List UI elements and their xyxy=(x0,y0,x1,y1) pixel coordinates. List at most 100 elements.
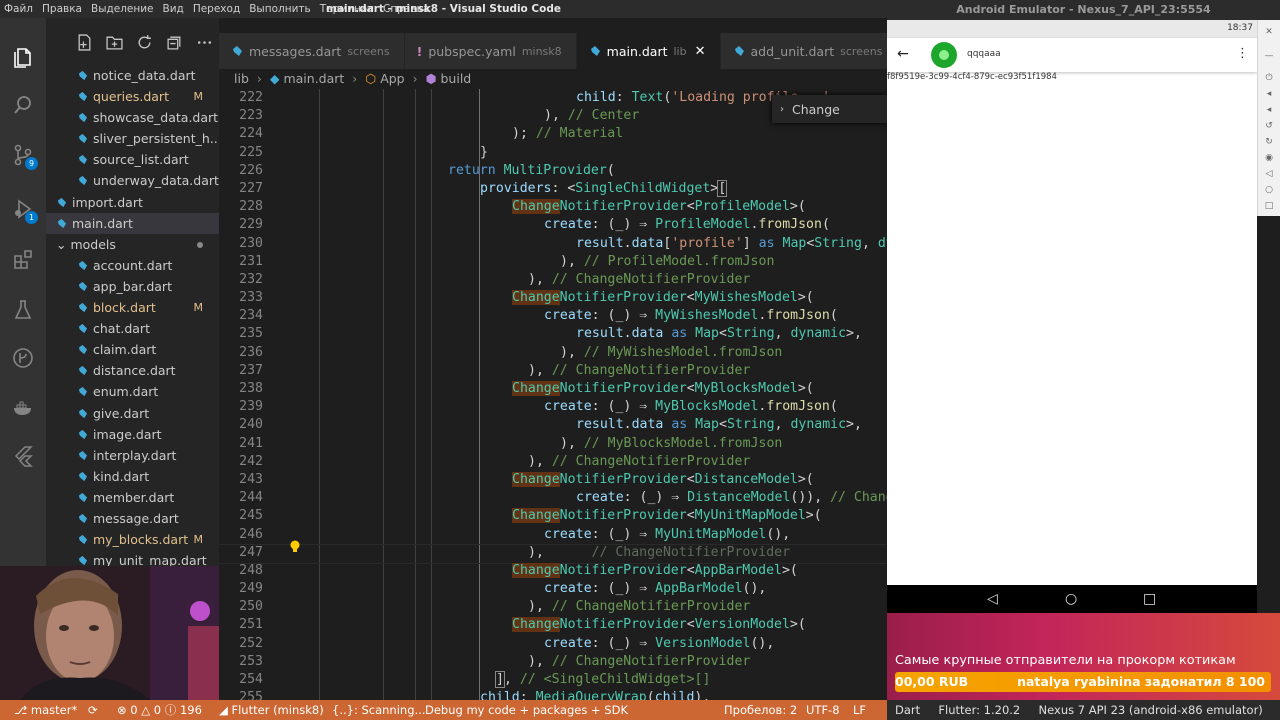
find-widget[interactable]: › Change xyxy=(772,95,887,123)
find-input[interactable]: Change xyxy=(792,102,840,117)
code-line[interactable]: ChangeNotifierProvider<AppBarModel>( xyxy=(280,562,887,580)
extensions-activity[interactable] xyxy=(0,240,46,280)
file-item[interactable]: app_bar.dart xyxy=(46,276,219,297)
file-item[interactable]: kind.dart xyxy=(46,466,219,487)
code-line[interactable]: ), // MyBlocksModel.fromJson xyxy=(280,435,887,453)
volume-up-icon[interactable]: ◂ xyxy=(1263,88,1275,100)
code-line[interactable]: ), // ChangeNotifierProvider xyxy=(280,453,887,471)
volume-down-icon[interactable]: ◂ xyxy=(1263,104,1275,116)
code-line[interactable]: ], // <SingleChildWidget>[] xyxy=(280,671,887,689)
back-arrow-icon[interactable]: ← xyxy=(897,46,909,62)
overview-icon[interactable]: □ xyxy=(1263,200,1275,212)
file-item[interactable]: underway_data.dart xyxy=(46,170,219,191)
rotate-left-icon[interactable]: ↺ xyxy=(1263,120,1275,132)
menu-go[interactable]: Переход xyxy=(193,3,240,15)
code-line[interactable]: create: (_) ⇒ MyUnitMapModel(), xyxy=(280,526,887,544)
code-line[interactable]: result.data as Map<String, dynamic>, xyxy=(280,325,887,343)
refresh-icon[interactable] xyxy=(136,34,153,51)
sync-icon[interactable]: ⟳ xyxy=(88,700,98,720)
encoding[interactable]: UTF-8 xyxy=(806,700,840,720)
camera-icon[interactable]: ◉ xyxy=(1263,152,1275,164)
menu-selection[interactable]: Выделение xyxy=(91,3,154,15)
breadcrumb-method[interactable]: build xyxy=(440,71,471,86)
code-line[interactable]: ); // Material xyxy=(280,125,887,143)
more-vert-icon[interactable]: ⋮ xyxy=(1236,46,1249,61)
code-line[interactable]: providers: <SingleChildWidget>[ xyxy=(280,179,887,198)
debug-mode[interactable]: Debug my code + packages + SDK xyxy=(425,700,628,720)
code-line[interactable]: ), // ProfileModel.fromJson xyxy=(280,253,887,271)
file-item[interactable]: give.dart xyxy=(46,403,219,424)
code-line[interactable]: create: (_) ⇒ DistanceModel()), // Chang… xyxy=(280,489,887,507)
code-line[interactable]: result.data['profile'] as Map<String, dy… xyxy=(280,235,887,253)
file-item[interactable]: notice_data.dart xyxy=(46,65,219,86)
device-selector[interactable]: Nexus 7 API 23 (android-x86 emulator) xyxy=(1039,703,1263,717)
branch-indicator[interactable]: ⎇ master* xyxy=(14,700,77,720)
minimize-icon[interactable]: — xyxy=(1263,50,1275,62)
avatar[interactable] xyxy=(931,42,957,68)
code-line[interactable]: ), // MyWishesModel.fromJson xyxy=(280,344,887,362)
nav-home-icon[interactable]: ○ xyxy=(1065,591,1077,607)
rotate-right-icon[interactable]: ↻ xyxy=(1263,136,1275,148)
code-line[interactable]: result.data as Map<String, dynamic>, xyxy=(280,416,887,434)
file-item[interactable]: member.dart xyxy=(46,487,219,508)
code-line[interactable]: ChangeNotifierProvider<MyWishesModel>( xyxy=(280,289,887,307)
file-item[interactable]: chat.dart xyxy=(46,318,219,339)
code-line[interactable]: ), // ChangeNotifierProvider xyxy=(280,362,887,380)
code-line[interactable]: create: (_) ⇒ ProfileModel.fromJson( xyxy=(280,216,887,234)
search-activity[interactable] xyxy=(0,85,46,125)
code-line[interactable]: ChangeNotifierProvider<MyUnitMapModel>( xyxy=(280,507,887,525)
breadcrumb-class[interactable]: App xyxy=(380,71,404,86)
file-item[interactable]: main.dart xyxy=(46,212,219,234)
indentation[interactable]: Пробелов: 2 xyxy=(724,700,797,720)
code-line[interactable]: } xyxy=(280,144,887,162)
file-item[interactable]: image.dart xyxy=(46,424,219,445)
file-item[interactable]: source_list.dart xyxy=(46,149,219,170)
scanning-status[interactable]: {..}: Scanning... xyxy=(332,700,425,720)
nav-back-icon[interactable]: ◁ xyxy=(987,591,998,607)
home-icon[interactable]: ○ xyxy=(1263,184,1275,196)
file-item[interactable]: queries.dart M xyxy=(46,86,219,107)
file-item[interactable]: claim.dart xyxy=(46,339,219,360)
problems-indicator[interactable]: ⊗ 0 △ 0 ⓘ 196 xyxy=(117,700,202,720)
line-ending[interactable]: LF xyxy=(853,700,866,720)
code-line[interactable]: create: (_) ⇒ MyWishesModel.fromJson( xyxy=(280,307,887,325)
code-line[interactable]: ChangeNotifierProvider<ProfileModel>( xyxy=(280,198,887,216)
collapse-all-icon[interactable] xyxy=(166,34,183,51)
code-line[interactable]: ChangeNotifierProvider<MyBlocksModel>( xyxy=(280,380,887,398)
close-icon[interactable]: ✕ xyxy=(1263,26,1275,38)
testing-activity[interactable] xyxy=(0,290,46,330)
menu-file[interactable]: Файл xyxy=(4,3,33,15)
file-item[interactable]: message.dart xyxy=(46,508,219,529)
code-line[interactable]: child: MediaQueryWrap(child), xyxy=(280,689,887,700)
code-line[interactable]: create: (_) ⇒ VersionModel(), xyxy=(280,635,887,653)
code-line[interactable]: ChangeNotifierProvider<VersionModel>( xyxy=(280,616,887,634)
code-line[interactable]: ChangeNotifierProvider<DistanceModel>( xyxy=(280,471,887,489)
file-item[interactable]: block.dart M xyxy=(46,297,219,318)
git-graph-activity[interactable] xyxy=(0,338,46,378)
code-editor[interactable]: 222 223 224 225 226 227 228 229 230 231 232 233 234 2… xyxy=(219,89,887,700)
code-line[interactable]: ), // ChangeNotifierProvider xyxy=(280,598,887,616)
file-item[interactable]: showcase_data.dart xyxy=(46,107,219,128)
back-icon[interactable]: ◁ xyxy=(1263,168,1275,180)
chevron-right-icon[interactable]: › xyxy=(780,104,784,115)
tab-add-unit-dart[interactable]: add_unit.dart screens xyxy=(720,33,887,69)
file-item[interactable]: import.dart xyxy=(46,192,219,213)
more-actions-icon[interactable] xyxy=(196,34,213,51)
menu-edit[interactable]: Правка xyxy=(42,3,82,15)
flutter-activity[interactable] xyxy=(0,436,46,476)
code-line[interactable]: create: (_) ⇒ MyBlocksModel.fromJson( xyxy=(280,398,887,416)
source-control-activity[interactable]: 9 xyxy=(0,135,46,175)
tab-pubspec-yaml[interactable]: ! pubspec.yaml minsk8 xyxy=(404,33,577,69)
new-folder-icon[interactable] xyxy=(106,34,123,51)
breadcrumb-file[interactable]: main.dart xyxy=(283,71,344,86)
menu-view[interactable]: Вид xyxy=(163,3,184,15)
folder-item[interactable]: ⌄ models xyxy=(46,234,219,255)
breadcrumb-folder[interactable]: lib xyxy=(234,71,249,86)
file-item[interactable]: distance.dart xyxy=(46,360,219,381)
lightbulb-icon[interactable] xyxy=(289,540,301,554)
tab-messages-dart[interactable]: messages.dart screens xyxy=(219,33,405,69)
code-line[interactable]: return MultiProvider( xyxy=(280,162,887,180)
menu-help[interactable]: Справка xyxy=(383,3,429,15)
menu-terminal[interactable]: Терминал xyxy=(320,3,374,15)
file-item[interactable]: account.dart xyxy=(46,255,219,276)
